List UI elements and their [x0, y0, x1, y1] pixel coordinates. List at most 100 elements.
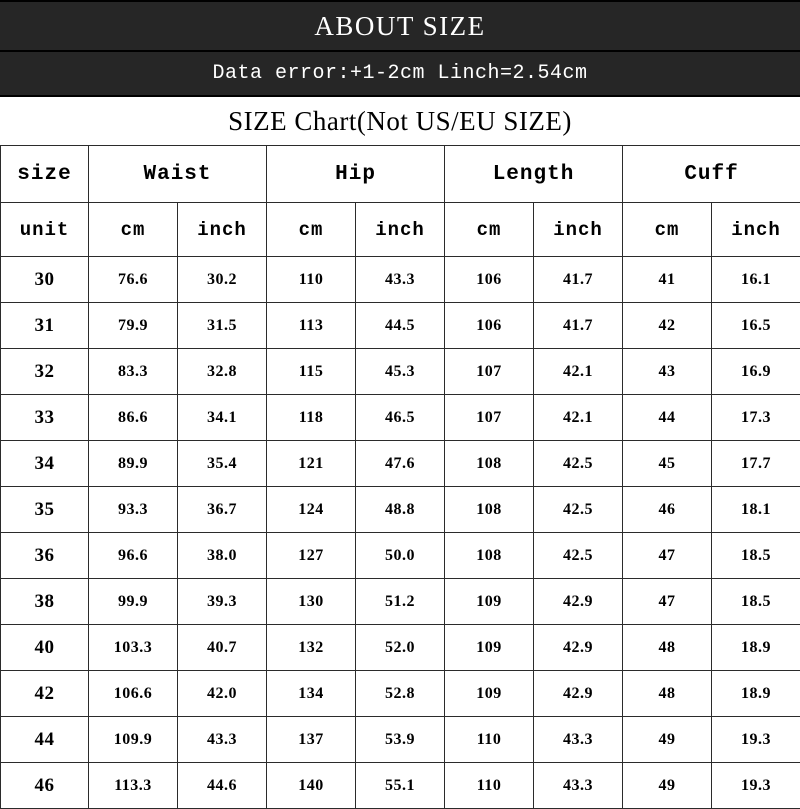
- cell-measure: 134: [267, 671, 356, 717]
- header-measure-hip: Hip: [267, 146, 445, 203]
- cell-measure: 44.6: [178, 763, 267, 809]
- cell-measure: 121: [267, 441, 356, 487]
- cell-measure: 137: [267, 717, 356, 763]
- table-row: 3593.336.712448.810842.54618.1: [1, 487, 800, 533]
- cell-measure: 42.1: [534, 395, 623, 441]
- table-row: 3386.634.111846.510742.14417.3: [1, 395, 800, 441]
- cell-measure: 130: [267, 579, 356, 625]
- cell-measure: 124: [267, 487, 356, 533]
- cell-measure: 106.6: [89, 671, 178, 717]
- cell-measure: 42.5: [534, 487, 623, 533]
- table-row: 3283.332.811545.310742.14316.9: [1, 349, 800, 395]
- unit-length-cm: cm: [445, 203, 534, 257]
- cell-measure: 41.7: [534, 303, 623, 349]
- unit-hip-cm: cm: [267, 203, 356, 257]
- cell-size: 42: [1, 671, 89, 717]
- cell-measure: 43.3: [356, 257, 445, 303]
- cell-size: 46: [1, 763, 89, 809]
- size-chart-table: size Waist Hip Length Cuff unit cm inch …: [0, 145, 800, 809]
- cell-measure: 103.3: [89, 625, 178, 671]
- cell-measure: 86.6: [89, 395, 178, 441]
- cell-measure: 43.3: [534, 763, 623, 809]
- unit-length-inch: inch: [534, 203, 623, 257]
- cell-measure: 107: [445, 349, 534, 395]
- cell-size: 40: [1, 625, 89, 671]
- cell-measure: 110: [267, 257, 356, 303]
- table-row: 40103.340.713252.010942.94818.9: [1, 625, 800, 671]
- table-row: 3179.931.511344.510641.74216.5: [1, 303, 800, 349]
- cell-measure: 109: [445, 579, 534, 625]
- header-size: size: [1, 146, 89, 203]
- cell-measure: 16.9: [712, 349, 800, 395]
- cell-size: 31: [1, 303, 89, 349]
- cell-measure: 52.0: [356, 625, 445, 671]
- size-chart-title-row: SIZE Chart(Not US/EU SIZE): [0, 97, 800, 145]
- cell-measure: 45: [623, 441, 712, 487]
- cell-measure: 42.0: [178, 671, 267, 717]
- cell-measure: 79.9: [89, 303, 178, 349]
- cell-measure: 106: [445, 257, 534, 303]
- header-measure-waist: Waist: [89, 146, 267, 203]
- header-measure-cuff: Cuff: [623, 146, 800, 203]
- cell-size: 35: [1, 487, 89, 533]
- cell-size: 32: [1, 349, 89, 395]
- unit-cuff-inch: inch: [712, 203, 800, 257]
- cell-measure: 127: [267, 533, 356, 579]
- cell-measure: 96.6: [89, 533, 178, 579]
- cell-measure: 49: [623, 717, 712, 763]
- header-measure-length: Length: [445, 146, 623, 203]
- header-unit: unit: [1, 203, 89, 257]
- unit-header-row: unit cm inch cm inch cm inch cm inch: [1, 203, 800, 257]
- size-chart-page: ABOUT SIZE Data error:+1-2cm Linch=2.54c…: [0, 0, 800, 800]
- cell-measure: 47: [623, 533, 712, 579]
- cell-size: 36: [1, 533, 89, 579]
- cell-size: 33: [1, 395, 89, 441]
- cell-measure: 35.4: [178, 441, 267, 487]
- cell-size: 38: [1, 579, 89, 625]
- cell-measure: 17.3: [712, 395, 800, 441]
- cell-measure: 42.9: [534, 625, 623, 671]
- table-row: 42106.642.013452.810942.94818.9: [1, 671, 800, 717]
- cell-measure: 113: [267, 303, 356, 349]
- cell-measure: 18.5: [712, 579, 800, 625]
- cell-measure: 17.7: [712, 441, 800, 487]
- cell-measure: 49: [623, 763, 712, 809]
- cell-measure: 110: [445, 717, 534, 763]
- cell-measure: 107: [445, 395, 534, 441]
- cell-size: 30: [1, 257, 89, 303]
- cell-measure: 41: [623, 257, 712, 303]
- cell-size: 34: [1, 441, 89, 487]
- cell-measure: 50.0: [356, 533, 445, 579]
- unit-waist-cm: cm: [89, 203, 178, 257]
- cell-measure: 36.7: [178, 487, 267, 533]
- cell-measure: 39.3: [178, 579, 267, 625]
- cell-measure: 45.3: [356, 349, 445, 395]
- about-size-banner: ABOUT SIZE: [0, 0, 800, 52]
- cell-measure: 42: [623, 303, 712, 349]
- cell-measure: 52.8: [356, 671, 445, 717]
- table-row: 3076.630.211043.310641.74116.1: [1, 257, 800, 303]
- unit-cuff-cm: cm: [623, 203, 712, 257]
- cell-measure: 42.9: [534, 579, 623, 625]
- cell-measure: 108: [445, 441, 534, 487]
- cell-measure: 132: [267, 625, 356, 671]
- table-row: 44109.943.313753.911043.34919.3: [1, 717, 800, 763]
- cell-measure: 118: [267, 395, 356, 441]
- cell-measure: 108: [445, 487, 534, 533]
- cell-measure: 30.2: [178, 257, 267, 303]
- cell-measure: 43: [623, 349, 712, 395]
- cell-measure: 44: [623, 395, 712, 441]
- data-error-banner: Data error:+1-2cm Linch=2.54cm: [0, 52, 800, 97]
- cell-measure: 18.1: [712, 487, 800, 533]
- table-row: 3489.935.412147.610842.54517.7: [1, 441, 800, 487]
- cell-measure: 18.9: [712, 625, 800, 671]
- cell-measure: 93.3: [89, 487, 178, 533]
- cell-measure: 108: [445, 533, 534, 579]
- cell-measure: 47.6: [356, 441, 445, 487]
- cell-measure: 38.0: [178, 533, 267, 579]
- cell-measure: 48: [623, 671, 712, 717]
- cell-measure: 48.8: [356, 487, 445, 533]
- cell-measure: 42.1: [534, 349, 623, 395]
- cell-measure: 31.5: [178, 303, 267, 349]
- unit-waist-inch: inch: [178, 203, 267, 257]
